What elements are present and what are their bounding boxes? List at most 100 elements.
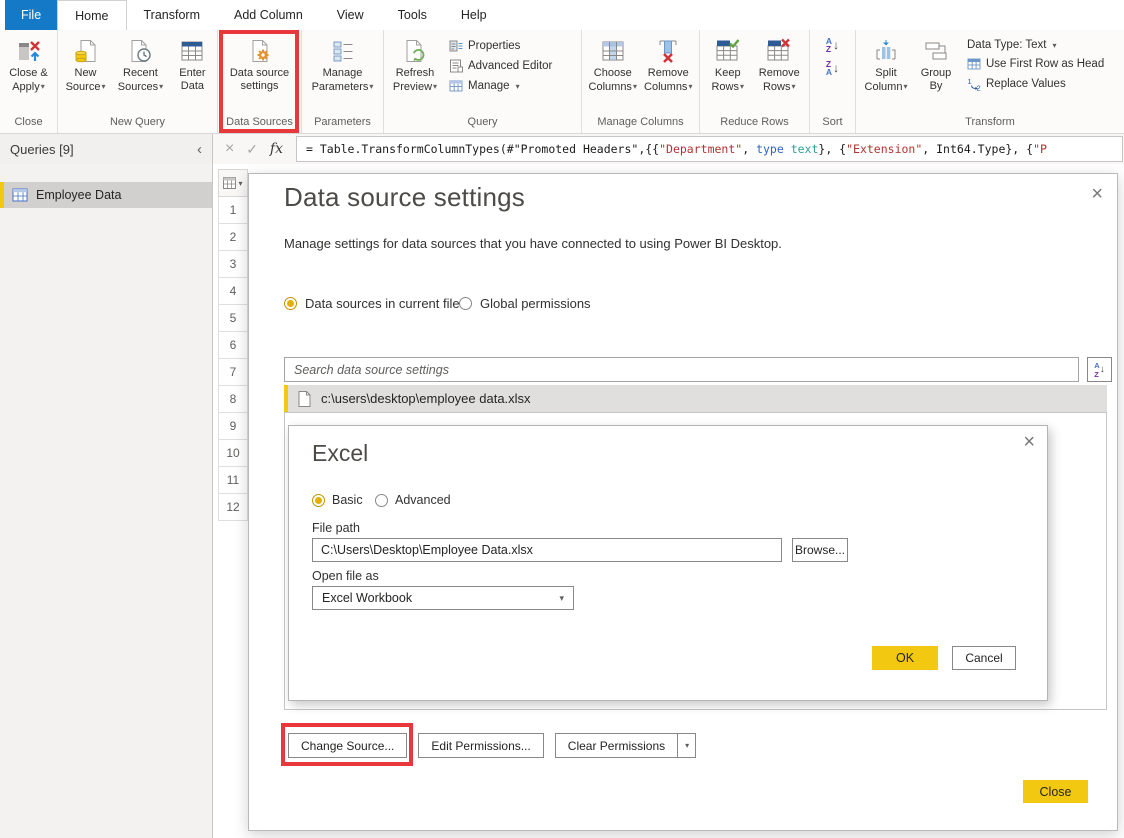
enter-data-button[interactable]: Enter Data: [171, 33, 214, 93]
row-number[interactable]: 12: [218, 494, 248, 521]
change-source-button[interactable]: Change Source...: [288, 733, 407, 758]
radio-global-permissions[interactable]: Global permissions: [459, 296, 591, 311]
cancel-button[interactable]: Cancel: [952, 646, 1016, 670]
data-source-list-item[interactable]: c:\users\desktop\employee data.xlsx: [284, 385, 1107, 412]
formula-segment: ,: [742, 142, 756, 156]
manage-button[interactable]: Manage▾: [449, 79, 552, 93]
tab-home[interactable]: Home: [57, 0, 126, 30]
close-and-apply-button[interactable]: Close & Apply▾: [3, 33, 54, 94]
sort-button[interactable]: AZ↓: [1087, 357, 1112, 382]
file-path-input[interactable]: [312, 538, 782, 562]
ribbon-group-parameters: Manage Parameters▾ Parameters: [302, 30, 384, 133]
row-number[interactable]: 3: [218, 251, 248, 278]
tab-tools[interactable]: Tools: [381, 0, 444, 30]
refresh-preview-button[interactable]: Refresh Preview▾: [387, 33, 443, 94]
queries-pane: Employee Data: [0, 164, 213, 838]
row-gutter-numbers: 123456789101112: [218, 197, 248, 521]
down-arrow-icon: ↓: [833, 64, 839, 72]
remove-rows-button[interactable]: Remove Rows▾: [753, 33, 806, 94]
fx-icon[interactable]: fx: [270, 141, 283, 157]
manage-parameters-button[interactable]: Manage Parameters▾: [306, 33, 380, 94]
edit-permissions-button[interactable]: Edit Permissions...: [418, 733, 543, 758]
remove-rows-icon: [766, 35, 792, 67]
data-source-settings-button[interactable]: Data source settings: [223, 33, 297, 93]
data-type-label: Data Type: Text: [967, 39, 1046, 51]
formula-segment: "Department": [659, 142, 742, 156]
row-number[interactable]: 2: [218, 224, 248, 251]
search-input[interactable]: [284, 357, 1079, 382]
svg-text:1: 1: [968, 77, 972, 86]
replace-values-label: Replace Values: [986, 78, 1066, 90]
data-type-button[interactable]: Data Type: Text▾: [967, 39, 1104, 51]
group-by-button[interactable]: Group By: [913, 33, 959, 93]
data-source-settings-label: Data source settings: [230, 67, 289, 92]
remove-columns-button[interactable]: Remove Columns▾: [641, 33, 697, 94]
sort-za-icon: ZA: [826, 60, 832, 76]
advanced-editor-button[interactable]: Advanced Editor: [449, 59, 552, 73]
group-label-new-query: New Query: [58, 116, 217, 133]
row-number[interactable]: 1: [218, 197, 248, 224]
preview-grid-gutter: ▾ 123456789101112: [218, 169, 248, 521]
tab-add-column[interactable]: Add Column: [217, 0, 320, 30]
keep-rows-button[interactable]: Keep Rows▾: [703, 33, 753, 94]
tab-file[interactable]: File: [5, 0, 57, 30]
dialog-title: Data source settings: [284, 182, 525, 213]
close-button[interactable]: Close: [1023, 780, 1088, 803]
dropdown-caret-icon: ▾: [41, 82, 45, 91]
dialog-close-icon[interactable]: ×: [1023, 432, 1035, 452]
replace-values-icon: 12: [967, 77, 981, 91]
ribbon-group-query: Refresh Preview▾ Properties Advanced Edi…: [384, 30, 582, 133]
formula-input[interactable]: = Table.TransformColumnTypes(#"Promoted …: [296, 136, 1123, 162]
row-number[interactable]: 5: [218, 305, 248, 332]
dialog-close-icon[interactable]: ×: [1091, 184, 1103, 204]
replace-values-button[interactable]: 12 Replace Values: [967, 77, 1104, 91]
tab-help[interactable]: Help: [444, 0, 504, 30]
tab-transform[interactable]: Transform: [127, 0, 218, 30]
formula-accept-icon[interactable]: ✓: [246, 141, 258, 158]
data-source-settings-dialog: × Data source settings Manage settings f…: [248, 173, 1118, 831]
formula-cancel-icon[interactable]: ×: [225, 140, 234, 158]
row-number[interactable]: 7: [218, 359, 248, 386]
manage-label: Manage: [468, 80, 510, 92]
data-source-settings-icon: [247, 35, 273, 67]
ribbon-group-manage-columns: Choose Columns▾ Remove Columns▾ Manage C…: [582, 30, 700, 133]
group-label-sort: Sort: [810, 116, 855, 133]
browse-button[interactable]: Browse...: [792, 538, 848, 562]
clear-permissions-button[interactable]: Clear Permissions: [555, 733, 677, 758]
queries-pane-header: Queries [9] ‹: [0, 134, 213, 164]
radio-basic[interactable]: Basic: [312, 493, 363, 507]
dropdown-caret-icon: ▾: [903, 82, 907, 91]
clear-permissions-dropdown-button[interactable]: ▾: [677, 733, 696, 758]
row-number[interactable]: 8: [218, 386, 248, 413]
ribbon-group-close: Close & Apply▾ Close: [0, 30, 58, 133]
use-first-row-button[interactable]: Use First Row as Head: [967, 57, 1104, 71]
remove-columns-label: Remove Columns: [644, 67, 689, 93]
row-number[interactable]: 10: [218, 440, 248, 467]
properties-button[interactable]: Properties: [449, 39, 552, 53]
row-number[interactable]: 11: [218, 467, 248, 494]
query-list-item[interactable]: Employee Data: [0, 182, 212, 208]
sort-ascending-button[interactable]: AZ↓: [826, 37, 839, 53]
dropdown-caret-icon: ▾: [433, 82, 437, 91]
tab-view[interactable]: View: [320, 0, 381, 30]
split-column-button[interactable]: Split Column▾: [859, 33, 913, 94]
collapse-pane-icon[interactable]: ‹: [197, 141, 202, 158]
choose-columns-label: Choose Columns: [589, 67, 632, 93]
open-file-as-select[interactable]: Excel Workbook ▾: [312, 586, 574, 610]
queries-pane-title: Queries [9]: [10, 142, 74, 157]
radio-advanced[interactable]: Advanced: [375, 493, 451, 507]
new-source-icon: [73, 35, 99, 67]
radio-data-sources-current-file[interactable]: Data sources in current file: [284, 296, 460, 311]
manage-parameters-label: Manage Parameters: [312, 67, 369, 93]
select-all-corner-button[interactable]: ▾: [218, 169, 248, 197]
ok-button[interactable]: OK: [872, 646, 938, 670]
recent-sources-button[interactable]: Recent Sources▾: [110, 33, 171, 94]
new-source-button[interactable]: New Source▾: [61, 33, 110, 94]
choose-columns-button[interactable]: Choose Columns▾: [585, 33, 641, 94]
sort-descending-button[interactable]: ZA↓: [826, 60, 839, 76]
query-item-label: Employee Data: [36, 188, 121, 202]
row-number[interactable]: 6: [218, 332, 248, 359]
row-number[interactable]: 4: [218, 278, 248, 305]
dropdown-caret-icon: ▾: [159, 82, 163, 91]
row-number[interactable]: 9: [218, 413, 248, 440]
